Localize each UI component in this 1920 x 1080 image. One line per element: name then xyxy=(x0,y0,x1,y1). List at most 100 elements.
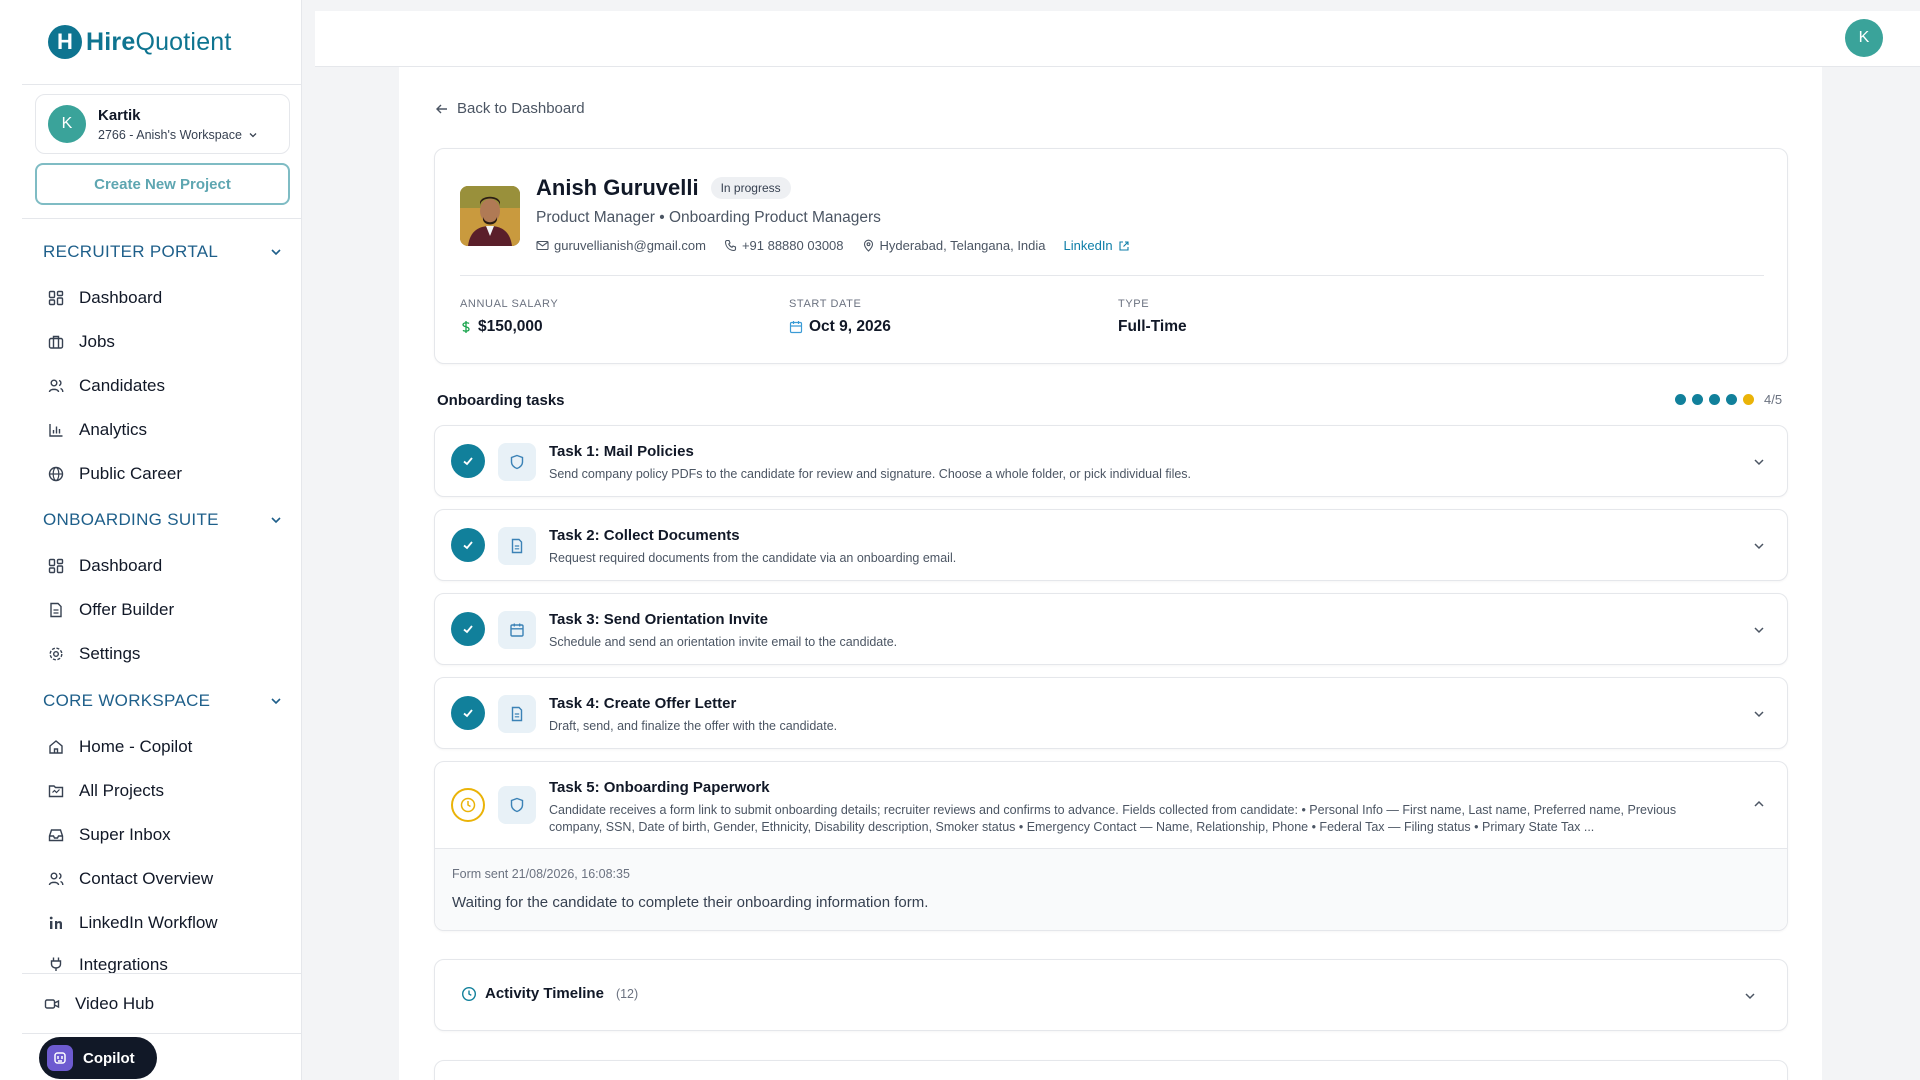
task-description: Request required documents from the cand… xyxy=(549,551,957,565)
task-description: Send company policy PDFs to the candidat… xyxy=(549,467,1192,481)
sidebar-item-home-copilot[interactable]: Home - Copilot xyxy=(47,735,192,759)
chevron-down-icon[interactable] xyxy=(1749,536,1769,556)
video-icon xyxy=(43,995,61,1013)
task-description: Candidate receives a form link to submit… xyxy=(549,803,1677,834)
bar-chart-icon xyxy=(47,421,65,439)
globe-icon xyxy=(47,465,65,483)
sidebar-item-dashboard[interactable]: Dashboard xyxy=(47,286,162,310)
meta-label: START DATE xyxy=(789,298,862,310)
calendar-icon xyxy=(498,611,536,649)
timeline-count: (12) xyxy=(615,986,639,1001)
candidate-role: Product Manager • Onboarding Product Man… xyxy=(536,209,881,226)
sidebar-item-label: Video Hub xyxy=(75,994,155,1013)
briefcase-icon xyxy=(47,333,65,351)
sidebar-item-all-projects[interactable]: All Projects xyxy=(47,779,164,803)
external-link-icon xyxy=(1119,240,1129,251)
sidebar-item-public-career[interactable]: Public Career xyxy=(47,462,182,486)
sidebar-item-label: Analytics xyxy=(79,420,148,439)
user-avatar[interactable]: K xyxy=(1845,19,1883,57)
sidebar-item-label: All Projects xyxy=(79,781,165,800)
grid-icon xyxy=(47,289,65,307)
progress-label: 4/5 xyxy=(1764,392,1783,407)
task-card-1[interactable]: Task 1: Mail Policies Send company polic… xyxy=(434,425,1788,497)
section-title: ONBOARDING SUITE xyxy=(43,510,219,529)
sidebar-item-label: Offer Builder xyxy=(79,600,175,619)
task-description: Draft, send, and finalize the offer with… xyxy=(549,719,838,733)
map-pin-icon xyxy=(863,239,873,252)
task-card-2[interactable]: Task 2: Collect Documents Request requir… xyxy=(434,509,1788,581)
sidebar-item-jobs[interactable]: Jobs xyxy=(47,330,115,354)
timeline-title: Activity Timeline xyxy=(485,985,604,1002)
chevron-down-icon[interactable] xyxy=(1749,452,1769,472)
workspace-user-name: Kartik xyxy=(98,106,141,124)
section-core-workspace[interactable]: CORE WORKSPACE xyxy=(43,691,283,711)
candidate-name: Anish Guruvelli xyxy=(536,175,699,200)
task-card-5[interactable]: Task 5: Onboarding Paperwork Candidate r… xyxy=(434,761,1788,931)
copilot-label: Copilot xyxy=(83,1049,135,1067)
linkedin-link[interactable]: LinkedIn xyxy=(1064,238,1130,253)
candidate-phone[interactable]: +91 88880 03008 xyxy=(724,238,844,253)
sidebar-item-contact-overview[interactable]: Contact Overview xyxy=(47,867,213,891)
task-progress: 4/5 xyxy=(1675,392,1782,407)
sidebar-item-label: Super Inbox xyxy=(79,825,171,844)
task-card-3[interactable]: Task 3: Send Orientation Invite Schedule… xyxy=(434,593,1788,665)
chevron-up-icon[interactable] xyxy=(1749,794,1769,814)
gear-icon xyxy=(47,645,65,663)
plug-icon xyxy=(47,955,65,973)
candidate-location: Hyderabad, Telangana, India xyxy=(862,238,1046,253)
section-onboarding-suite[interactable]: ONBOARDING SUITE xyxy=(43,510,283,530)
chevron-down-icon xyxy=(249,132,257,137)
chevron-down-icon[interactable] xyxy=(1749,704,1769,724)
workspace-switcher[interactable]: K Kartik 2766 - Anish's Workspace xyxy=(35,94,290,154)
check-icon xyxy=(451,528,485,562)
sidebar-item-linkedin-workflow[interactable]: LinkedIn Workflow xyxy=(47,911,218,935)
sidebar-item-onboarding-dashboard[interactable]: Dashboard xyxy=(47,554,162,578)
sidebar-item-analytics[interactable]: Analytics xyxy=(47,418,147,442)
sidebar-item-label: Dashboard xyxy=(79,288,163,307)
clock-icon xyxy=(461,986,477,1001)
status-badge: In progress xyxy=(710,177,791,199)
users-icon xyxy=(47,870,65,888)
task-title: Task 5: Onboarding Paperwork xyxy=(549,779,770,796)
logo-mark: H xyxy=(48,25,82,59)
create-new-project-button[interactable]: Create New Project xyxy=(35,163,290,205)
employment-type: TYPE Full-Time xyxy=(1118,298,1187,335)
check-icon xyxy=(451,612,485,646)
sidebar-item-settings[interactable]: Settings xyxy=(47,642,140,666)
start-date: START DATE Oct 9, 2026 xyxy=(789,298,891,335)
sidebar-item-candidates[interactable]: Candidates xyxy=(47,374,165,398)
dollar-icon xyxy=(462,321,470,333)
back-to-dashboard-link[interactable]: Back to Dashboard xyxy=(435,100,585,117)
activity-timeline[interactable]: Activity Timeline (12) xyxy=(434,959,1788,1031)
task-description: Schedule and send an orientation invite … xyxy=(549,635,898,649)
section-recruiter-portal[interactable]: RECRUITER PORTAL xyxy=(43,242,283,262)
divider xyxy=(22,84,302,85)
workspace-name: 2766 - Anish's Workspace xyxy=(98,127,242,142)
sidebar-item-video-hub[interactable]: Video Hub xyxy=(43,992,154,1016)
candidate-email[interactable]: guruvellianish@gmail.com xyxy=(536,238,706,253)
folder-icon xyxy=(47,782,65,800)
meta-label: ANNUAL SALARY xyxy=(460,298,559,310)
sidebar-item-integrations[interactable]: Integrations xyxy=(47,955,168,973)
arrow-left-icon xyxy=(436,104,447,113)
document-icon xyxy=(498,527,536,565)
copilot-icon xyxy=(47,1045,73,1071)
brand-logo[interactable]: H HireQuotient xyxy=(48,24,232,60)
clock-icon xyxy=(451,788,485,822)
divider xyxy=(460,275,1764,276)
shield-icon xyxy=(498,786,536,824)
progress-dot xyxy=(1692,394,1703,405)
sidebar-item-label: Integrations xyxy=(79,955,168,973)
task-card-4[interactable]: Task 4: Create Offer Letter Draft, send,… xyxy=(434,677,1788,749)
sidebar-item-label: Jobs xyxy=(79,332,115,351)
sidebar-item-offer-builder[interactable]: Offer Builder xyxy=(47,598,174,622)
phone-icon xyxy=(724,239,736,252)
copilot-button[interactable]: Copilot xyxy=(39,1037,157,1079)
sidebar-item-super-inbox[interactable]: Super Inbox xyxy=(47,823,171,847)
chevron-down-icon[interactable] xyxy=(1740,986,1760,1006)
chevron-down-icon xyxy=(271,249,281,256)
annual-salary: ANNUAL SALARY $150,000 xyxy=(460,298,559,335)
shield-icon xyxy=(498,443,536,481)
avatar: K xyxy=(48,105,86,143)
chevron-down-icon[interactable] xyxy=(1749,620,1769,640)
